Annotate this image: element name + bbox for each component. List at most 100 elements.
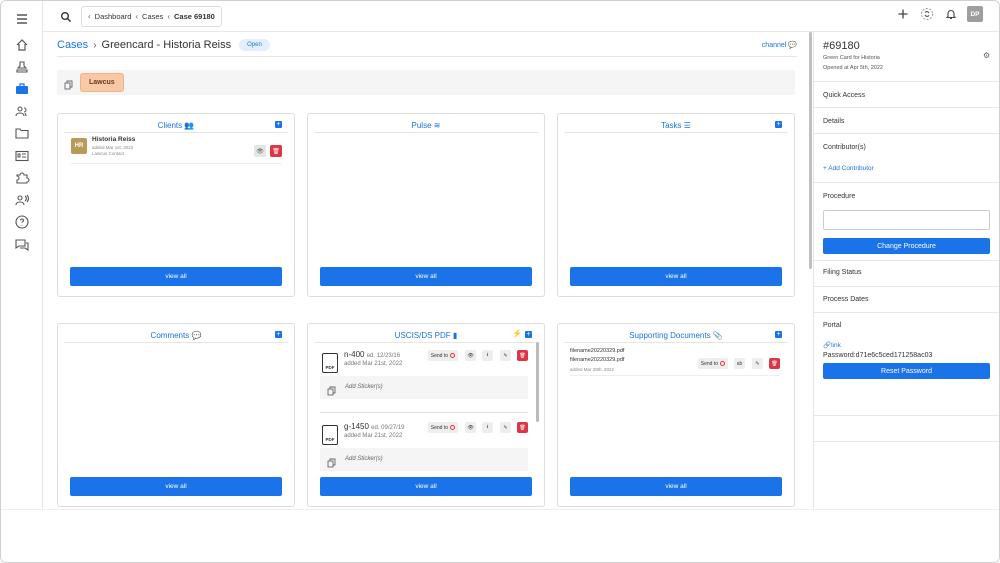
portal-link[interactable]: 🔗link — [823, 341, 841, 349]
puzzle-icon[interactable] — [14, 170, 30, 186]
users-icon[interactable] — [14, 103, 30, 119]
sidebar — [1, 1, 43, 509]
folder-icon[interactable] — [14, 125, 30, 141]
view-all-button[interactable]: view all — [320, 267, 532, 286]
magic-wand-icon[interactable]: ⚡ — [512, 329, 522, 338]
case-side-panel: #69180 Green Card for Historia Opened at… — [809, 32, 999, 509]
delete-pdf-button[interactable]: 🗑 — [517, 350, 528, 361]
pdf-edition: ed. 12/23/16 — [366, 353, 401, 359]
procedure-input[interactable] — [823, 210, 990, 230]
document-name[interactable]: filename20220329.pdf — [570, 357, 624, 363]
help-icon[interactable] — [14, 214, 30, 230]
case-opened-date: Opened at Apr 5th, 2022 — [823, 65, 883, 71]
send-to-button[interactable]: Send to — [427, 350, 458, 361]
view-client-button[interactable]: 👁 — [254, 145, 266, 157]
comments-title: Comments — [150, 331, 190, 340]
app-window: ‹ Dashboard ‹ Cases ‹ Case 69180 DP Case… — [0, 0, 1000, 563]
client-name[interactable]: Historia Reiss — [92, 136, 135, 143]
pdf-file-icon: PDF — [322, 353, 338, 373]
card-title: Tasks ☰ — [558, 121, 794, 130]
reset-password-button[interactable]: Reset Password — [823, 363, 990, 379]
view-all-button[interactable]: view all — [570, 267, 782, 286]
download-button[interactable]: ⭳ — [482, 422, 493, 433]
send-to-label: Send to — [700, 360, 718, 367]
menu-icon[interactable] — [14, 11, 30, 27]
gear-icon[interactable]: ⚙ — [983, 52, 991, 60]
delete-client-button[interactable]: 🗑 — [270, 145, 282, 157]
download-button[interactable]: ⭳ — [482, 350, 493, 361]
document-name[interactable]: filename20220329.pdf — [570, 348, 624, 354]
add-document-button[interactable]: + — [775, 331, 782, 338]
send-to-button[interactable]: Send to — [427, 422, 458, 433]
quick-access-section[interactable]: Quick Access — [814, 81, 999, 107]
tag-chip[interactable]: Lawcus — [80, 73, 124, 92]
cases-link[interactable]: Cases — [57, 39, 88, 51]
change-procedure-button[interactable]: Change Procedure — [823, 238, 990, 254]
breadcrumb-cases[interactable]: Cases — [142, 12, 163, 21]
add-task-button[interactable]: + — [775, 121, 782, 128]
briefcase-icon[interactable] — [14, 81, 30, 97]
breadcrumb-dashboard[interactable]: Dashboard — [95, 12, 132, 21]
divider — [564, 132, 788, 133]
window-footer — [1, 509, 999, 562]
delete-document-button[interactable]: 🗑 — [769, 358, 780, 369]
id-card-icon[interactable] — [14, 148, 30, 164]
copy-icon[interactable] — [64, 77, 74, 90]
add-comment-button[interactable]: + — [275, 331, 282, 338]
delete-pdf-button[interactable]: 🗑 — [517, 422, 528, 433]
channel-link[interactable]: channel 💬 — [762, 41, 797, 49]
add-client-button[interactable]: + — [275, 121, 282, 128]
scrollbar[interactable] — [536, 342, 539, 422]
filing-status-label: Filing Status — [823, 269, 862, 276]
pdf-name[interactable]: n-400 ed. 12/23/16 — [344, 350, 400, 359]
filing-status-section[interactable]: Filing Status — [814, 260, 999, 286]
empty-section — [814, 441, 999, 467]
chevron-right-icon: › — [93, 39, 97, 51]
scrollbar[interactable] — [809, 32, 812, 269]
add-pdf-button[interactable]: + — [525, 331, 532, 338]
send-to-button[interactable]: Send to — [697, 358, 728, 369]
edit-button[interactable]: ✎ — [500, 350, 511, 361]
search-icon[interactable] — [60, 10, 72, 23]
view-pdf-button[interactable]: 👁 — [465, 350, 476, 361]
contributors-section: Contributor(s) + Add Contributor — [814, 133, 999, 182]
card-title: USCIS/DS PDF ▮ — [308, 331, 544, 340]
sticker-row[interactable]: Add Sticker(s) — [320, 376, 528, 399]
view-all-button[interactable]: view all — [320, 477, 532, 496]
add-contributor-link[interactable]: + Add Contributor — [823, 165, 874, 172]
add-sticker-placeholder: Add Sticker(s) — [345, 456, 383, 462]
view-all-button[interactable]: view all — [570, 477, 782, 496]
copy-icon — [327, 383, 337, 396]
copy-icon — [327, 455, 337, 468]
broadcast-icon[interactable] — [14, 192, 30, 208]
user-avatar[interactable]: DP — [967, 6, 983, 22]
pdf-name[interactable]: g-1450 ed. 09/27/19 — [344, 422, 405, 431]
procedure-label: Procedure — [823, 193, 856, 200]
status-badge: Open — [239, 39, 270, 51]
bell-icon[interactable] — [943, 6, 959, 22]
file-icon: ▮ — [452, 331, 458, 340]
pencil-icon: ✎ — [503, 352, 508, 359]
uscis-title: USCIS/DS PDF — [394, 331, 451, 340]
procedure-section: Procedure Change Procedure — [814, 182, 999, 260]
view-all-button[interactable]: view all — [70, 267, 282, 286]
stamp-icon[interactable] — [14, 59, 30, 75]
download-icon: ⭳ — [486, 423, 489, 430]
chat-icon[interactable] — [14, 237, 30, 253]
process-dates-section[interactable]: Process Dates — [814, 286, 999, 312]
tag-bar: Lawcus — [57, 70, 795, 95]
home-icon[interactable] — [14, 37, 30, 53]
card-title: Supporting Documents 📎 — [558, 331, 794, 340]
client-row: HR Historia Reiss added Mar 1st, 2022 La… — [71, 136, 282, 164]
sync-icon[interactable] — [919, 6, 935, 22]
sticker-row[interactable]: Add Sticker(s) — [320, 448, 528, 471]
trash-icon: 🗑 — [519, 352, 526, 359]
edit-button[interactable]: ✎ — [752, 358, 763, 369]
view-pdf-button[interactable]: 👁 — [465, 422, 476, 433]
view-all-button[interactable]: view all — [70, 477, 282, 496]
plus-icon[interactable] — [895, 6, 911, 22]
edit-button[interactable]: ✎ — [500, 422, 511, 433]
rename-button[interactable]: ab — [734, 358, 745, 369]
details-section[interactable]: Details — [814, 107, 999, 133]
comments-card: Comments 💬 + view all — [57, 323, 295, 507]
